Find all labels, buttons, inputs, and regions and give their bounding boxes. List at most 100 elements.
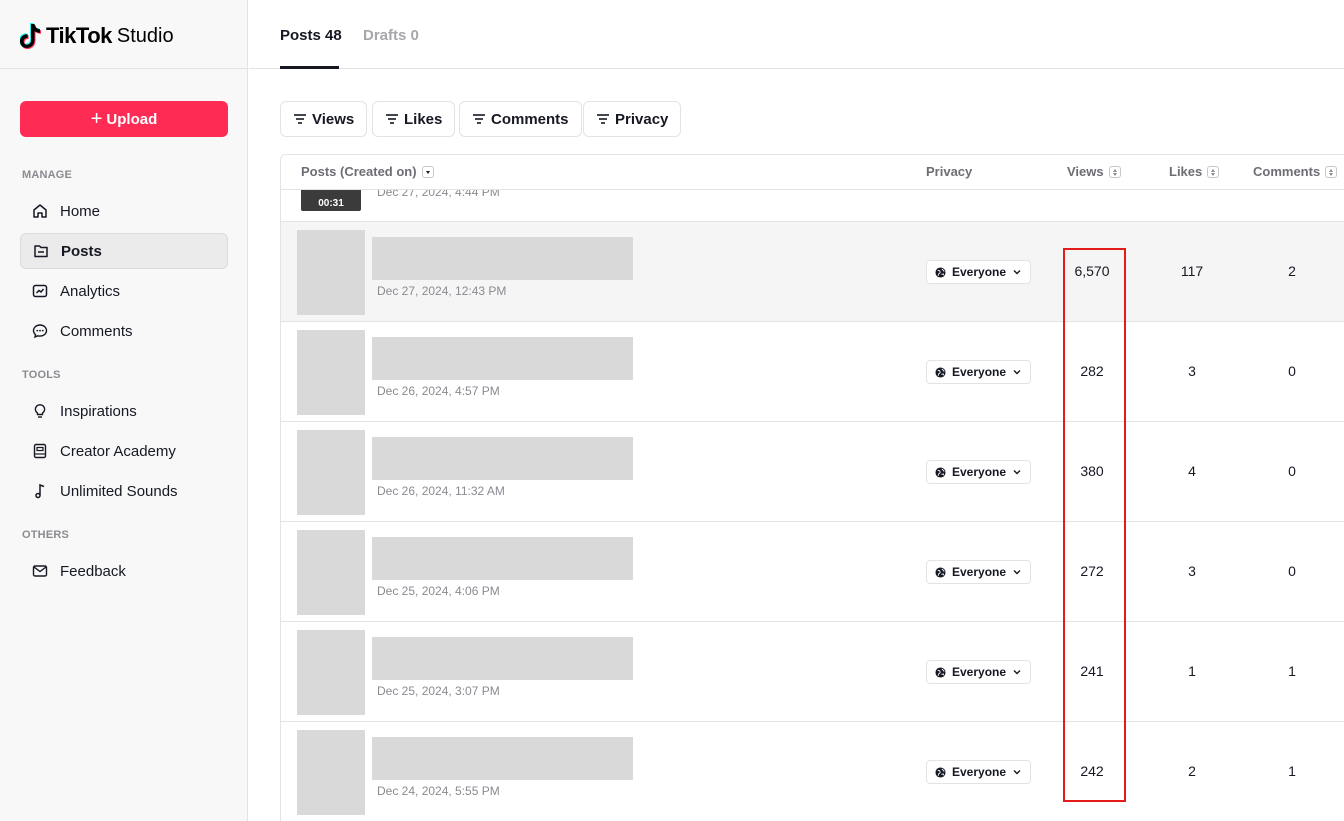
filter-label: Views: [312, 110, 355, 128]
table-header: Posts (Created on) Privacy Views Likes C…: [281, 155, 1344, 190]
section-label-tools: TOOLS: [22, 369, 61, 381]
video-thumbnail[interactable]: [297, 430, 365, 515]
post-caption-redacted[interactable]: [372, 737, 633, 780]
column-header-label: Likes: [1169, 164, 1203, 179]
privacy-dropdown[interactable]: Everyone: [926, 360, 1032, 384]
sidebar-item-label: Feedback: [60, 562, 126, 580]
section-label-manage: MANAGE: [22, 169, 73, 181]
globe-icon: [935, 266, 946, 278]
book-icon: [32, 443, 48, 459]
table-row[interactable]: Dec 24, 2024, 5:55 PM Everyone 242 2 1: [281, 722, 1344, 821]
video-thumbnail[interactable]: [297, 530, 365, 615]
filter-likes-button[interactable]: Likes: [372, 101, 456, 137]
post-caption-redacted[interactable]: [372, 537, 633, 580]
sidebar-item-label: Posts: [61, 242, 102, 260]
table-row[interactable]: 00:31 Dec 27, 2024, 4:44 PM: [281, 190, 1344, 222]
column-header-label: Privacy: [926, 164, 973, 179]
post-caption-redacted[interactable]: [372, 437, 633, 480]
active-tab-indicator: [280, 66, 339, 69]
tab-bar: Posts 48 Drafts 0: [249, 0, 1344, 69]
table-row[interactable]: Dec 25, 2024, 4:06 PM Everyone 272 3 0: [281, 522, 1344, 622]
globe-icon: [935, 666, 946, 678]
post-date: Dec 24, 2024, 5:55 PM: [377, 784, 500, 798]
column-header-posts[interactable]: Posts (Created on): [301, 164, 434, 179]
plus-icon: +: [90, 108, 103, 130]
table-row[interactable]: Dec 26, 2024, 11:32 AM Everyone 380 4 0: [281, 422, 1344, 522]
filter-icon: [293, 113, 307, 125]
chevron-down-icon: [1012, 367, 1022, 377]
privacy-dropdown[interactable]: Everyone: [926, 460, 1032, 484]
chevron-down-icon: [1012, 567, 1022, 577]
table-row[interactable]: Dec 27, 2024, 12:43 PM Everyone 6,570 11…: [281, 222, 1344, 322]
tiktok-studio-logo[interactable]: TikTok Studio: [19, 20, 174, 52]
video-thumbnail[interactable]: 00:31: [301, 190, 361, 211]
tab-drafts[interactable]: Drafts 0: [363, 27, 419, 44]
privacy-value: Everyone: [952, 565, 1007, 579]
views-count: 241: [1080, 663, 1104, 679]
tiktok-logo-icon: [19, 23, 42, 49]
filter-comments-button[interactable]: Comments: [459, 101, 582, 137]
lightbulb-icon: [32, 403, 48, 419]
sidebar-item-posts[interactable]: Posts: [20, 233, 228, 269]
music-note-icon: [32, 483, 48, 499]
sidebar-item-comments[interactable]: Comments: [20, 313, 228, 349]
post-date: Dec 27, 2024, 4:44 PM: [377, 190, 500, 199]
sidebar-item-label: Creator Academy: [60, 442, 176, 460]
chevron-down-icon: [1012, 267, 1022, 277]
divider: [0, 68, 248, 69]
post-caption-redacted[interactable]: [372, 237, 633, 280]
globe-icon: [935, 466, 946, 478]
filter-privacy-button[interactable]: Privacy: [583, 101, 682, 137]
video-thumbnail[interactable]: [297, 730, 365, 815]
upload-button[interactable]: + Upload: [20, 101, 228, 137]
comments-count: 1: [1288, 663, 1296, 679]
filter-views-button[interactable]: Views: [280, 101, 368, 137]
privacy-value: Everyone: [952, 765, 1007, 779]
sidebar-item-analytics[interactable]: Analytics: [20, 273, 228, 309]
sidebar-item-label: Comments: [60, 322, 133, 340]
sidebar-item-creator-academy[interactable]: Creator Academy: [20, 433, 228, 469]
post-caption-redacted[interactable]: [372, 637, 633, 680]
tab-posts[interactable]: Posts 48: [280, 27, 342, 44]
privacy-dropdown[interactable]: Everyone: [926, 660, 1032, 684]
video-duration: 00:31: [318, 198, 344, 209]
privacy-dropdown[interactable]: Everyone: [926, 760, 1032, 784]
comments-icon: [32, 323, 48, 339]
video-thumbnail[interactable]: [297, 630, 365, 715]
table-row[interactable]: Dec 25, 2024, 3:07 PM Everyone 241 1 1: [281, 622, 1344, 722]
views-count: 6,570: [1074, 263, 1110, 279]
privacy-value: Everyone: [952, 665, 1007, 679]
column-header-comments[interactable]: Comments: [1253, 164, 1338, 179]
privacy-dropdown[interactable]: Everyone: [926, 260, 1032, 284]
privacy-dropdown[interactable]: Everyone: [926, 560, 1032, 584]
sort-icon: [1325, 165, 1338, 178]
sidebar-item-feedback[interactable]: Feedback: [20, 553, 228, 589]
chevron-down-icon: [1012, 767, 1022, 777]
video-thumbnail[interactable]: [297, 330, 365, 415]
mail-icon: [32, 563, 48, 579]
sidebar-item-unlimited-sounds[interactable]: Unlimited Sounds: [20, 473, 228, 509]
sidebar-item-inspirations[interactable]: Inspirations: [20, 393, 228, 429]
column-header-privacy: Privacy: [926, 164, 972, 179]
likes-count: 117: [1180, 263, 1204, 279]
sidebar-item-home[interactable]: Home: [20, 193, 228, 229]
filter-icon: [596, 113, 610, 125]
post-date: Dec 26, 2024, 4:57 PM: [377, 384, 500, 398]
filter-icon: [385, 113, 399, 125]
sidebar-item-label: Unlimited Sounds: [60, 482, 178, 500]
globe-icon: [935, 766, 946, 778]
column-header-likes[interactable]: Likes: [1169, 164, 1220, 179]
table-row[interactable]: Dec 26, 2024, 4:57 PM Everyone 282 3 0: [281, 322, 1344, 422]
comments-count: 1: [1288, 763, 1296, 779]
column-header-views[interactable]: Views: [1067, 164, 1121, 179]
comments-count: 0: [1288, 463, 1296, 479]
posts-icon: [33, 243, 49, 259]
upload-label: Upload: [106, 110, 158, 128]
post-date: Dec 27, 2024, 12:43 PM: [377, 284, 507, 298]
sidebar-item-label: Home: [60, 202, 101, 220]
likes-count: 1: [1188, 663, 1196, 679]
views-count: 380: [1080, 463, 1104, 479]
video-thumbnail[interactable]: [297, 230, 365, 315]
sidebar-item-label: Inspirations: [60, 402, 137, 420]
post-caption-redacted[interactable]: [372, 337, 633, 380]
